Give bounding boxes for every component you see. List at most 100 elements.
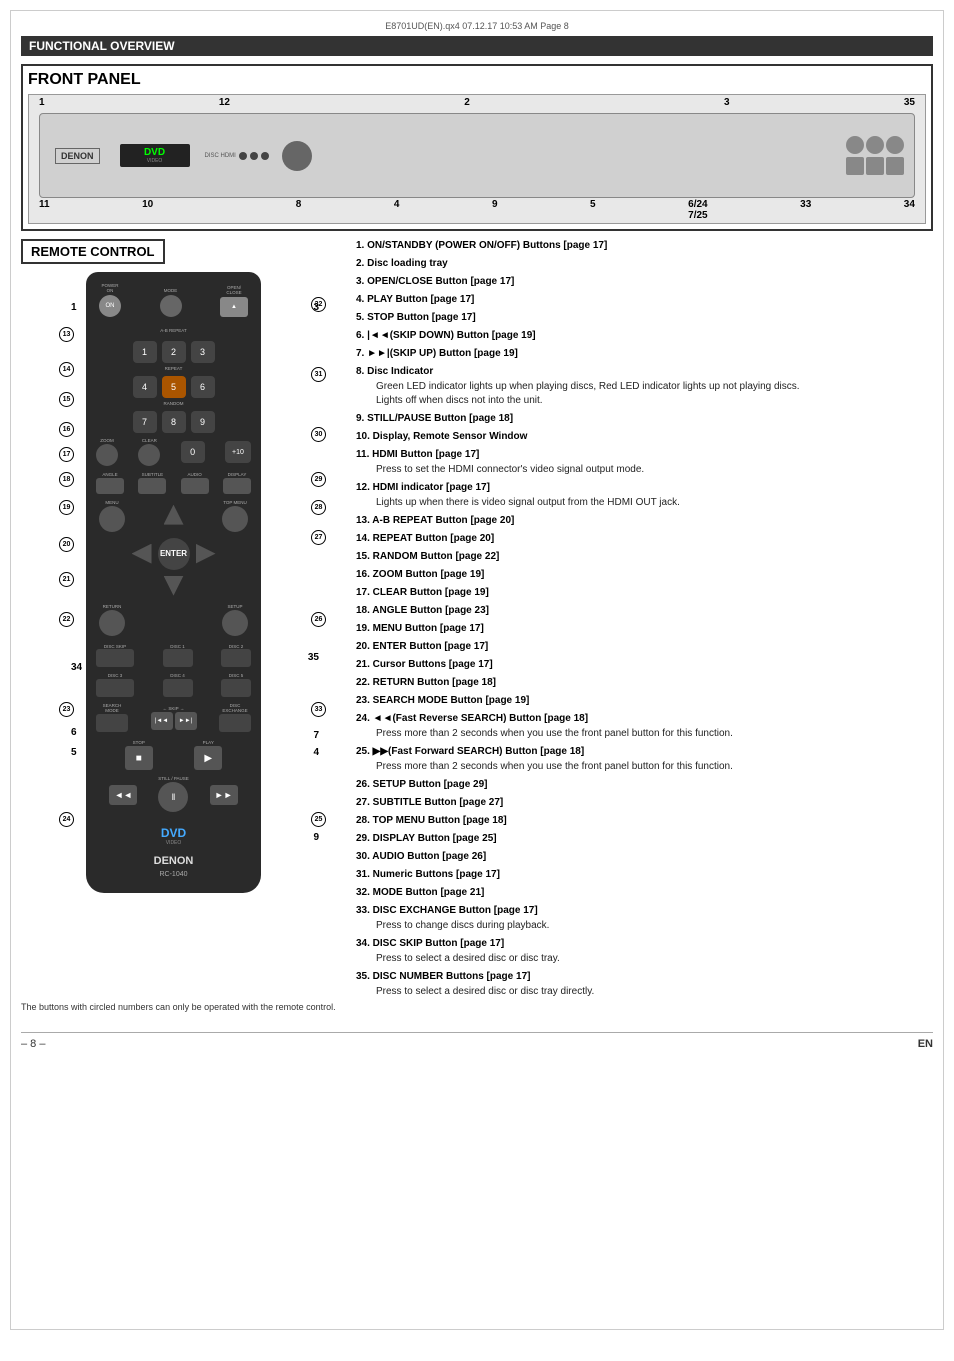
list-item: 28. TOP MENU Button [page 18] <box>351 814 933 828</box>
remote-body: POWERON ON MODE OPEN/CLOSE ▲ <box>86 272 261 893</box>
num-btn-8[interactable]: 8 <box>162 411 186 433</box>
num-btn-1[interactable]: 1 <box>133 341 157 363</box>
display-btn[interactable] <box>223 478 251 494</box>
angle-group: ANGLE <box>96 473 124 494</box>
zoom-lbl: ZOOM <box>100 439 114 444</box>
annot-25: 25 <box>311 812 326 827</box>
fp-num-3: 3 <box>724 97 730 108</box>
num-btn-9[interactable]: 9 <box>191 411 215 433</box>
play-btn[interactable]: ▶ <box>194 746 222 770</box>
angle-btn[interactable] <box>96 478 124 494</box>
subtitle-btn[interactable] <box>138 478 166 494</box>
fp-bot-6-7: 6/24 7/25 <box>688 199 707 221</box>
play-group: PLAY ▶ <box>194 741 222 770</box>
num-btn-0[interactable]: 0 <box>181 441 205 463</box>
annot-26: 26 <box>311 612 326 627</box>
disc-exchange-btn[interactable] <box>219 714 251 732</box>
open-close-btn[interactable]: ▲ <box>220 297 248 317</box>
fp-indicators: DISC HDMI <box>205 141 312 171</box>
front-panel-image: 1 12 2 3 35 DENON DVD VIDEO DISC HDMI <box>28 94 926 224</box>
mode-btn[interactable] <box>160 295 182 317</box>
return-lbl: RETURN <box>103 605 122 610</box>
num-btn-3[interactable]: 3 <box>191 341 215 363</box>
annot-19: 19 <box>59 500 74 515</box>
ff-btn[interactable]: ►► <box>210 785 238 805</box>
fp-btn-sq-a[interactable] <box>846 157 864 175</box>
annot-18: 18 <box>59 472 74 487</box>
list-item: 10. Display, Remote Sensor Window <box>351 430 933 444</box>
disc1-btn[interactable] <box>163 649 193 667</box>
annot-28: 28 <box>311 500 326 515</box>
disc3-btn[interactable] <box>96 679 134 697</box>
still-pause-btn[interactable]: ‖ <box>158 782 188 812</box>
num-btn-plus10[interactable]: +10 <box>225 441 251 463</box>
clear-btn[interactable] <box>138 444 160 466</box>
power-group: POWERON ON <box>99 284 121 317</box>
header-info: E8701UD(EN).qx4 07.12.17 10:53 AM Page 8 <box>21 21 933 31</box>
power-on-btn[interactable]: ON <box>99 295 121 317</box>
page-language: EN <box>918 1038 933 1050</box>
disc5-btn[interactable] <box>221 679 251 697</box>
list-item: 19. MENU Button [page 17] <box>351 622 933 636</box>
list-item: 17. CLEAR Button [page 19] <box>351 586 933 600</box>
list-item: 30. AUDIO Button [page 26] <box>351 850 933 864</box>
num-btn-2[interactable]: 2 <box>162 341 186 363</box>
indicator-dot-2 <box>250 152 258 160</box>
random-label: RANDOM <box>164 402 184 407</box>
left-column: REMOTE CONTROL 13 14 15 16 17 18 19 20 2… <box>21 239 341 1012</box>
repeat-label: REPEAT <box>165 367 183 372</box>
list-item: 25. ▶▶(Fast Forward SEARCH) Button [page… <box>351 745 933 774</box>
num-row-2: 4 5 6 <box>94 376 253 398</box>
top-menu-btn[interactable] <box>222 506 248 532</box>
disc-skip-group: DISC SKIP <box>96 645 134 668</box>
annot-20: 20 <box>59 537 74 552</box>
rewind-btn[interactable]: ◄◄ <box>109 785 137 805</box>
fp-btn-b[interactable] <box>866 136 884 154</box>
skip-fwd-btn[interactable]: ►►| <box>175 712 197 730</box>
skip-back-btn[interactable]: |◄◄ <box>151 712 173 730</box>
indicator-dot-1 <box>239 152 247 160</box>
stop-btn[interactable]: ■ <box>125 746 153 770</box>
disc2-btn[interactable] <box>221 649 251 667</box>
nav-up-btn[interactable] <box>164 505 184 525</box>
skip-btns: |◄◄ ►►| <box>151 712 197 730</box>
audio-btn[interactable] <box>181 478 209 494</box>
list-item: 11. HDMI Button [page 17] Press to set t… <box>351 448 933 477</box>
subtitle-group: SUBTITLE <box>138 473 166 494</box>
nav-left-btn[interactable] <box>132 544 152 564</box>
info-sub: Green LED indicator lights up when playi… <box>356 380 933 408</box>
page-number: – 8 – <box>21 1038 45 1050</box>
remote-logo-section: DVD VIDEO <box>161 826 186 846</box>
num-btn-4[interactable]: 4 <box>133 376 157 398</box>
search-mode-btn[interactable] <box>96 714 128 732</box>
nav-right-btn[interactable] <box>196 544 216 564</box>
remote-dvd-logo: DVD <box>161 826 186 840</box>
nav-down-btn[interactable] <box>164 576 184 596</box>
num-btn-6[interactable]: 6 <box>191 376 215 398</box>
num-btn-7[interactable]: 7 <box>133 411 157 433</box>
remote-dvd-sub: VIDEO <box>161 840 186 846</box>
fp-btn-sq-c[interactable] <box>886 157 904 175</box>
disc4-btn[interactable] <box>163 679 193 697</box>
fp-btn-a[interactable] <box>846 136 864 154</box>
fp-dial[interactable] <box>282 141 312 171</box>
info-sub: Press to select a desired disc or disc t… <box>356 985 933 999</box>
disc-skip-btn[interactable] <box>96 649 134 667</box>
list-item: 27. SUBTITLE Button [page 27] <box>351 796 933 810</box>
list-item: 34. DISC SKIP Button [page 17] Press to … <box>351 937 933 966</box>
plain-4: 4 <box>313 747 319 758</box>
plain-6: 6 <box>71 727 77 738</box>
zoom-btn[interactable] <box>96 444 118 466</box>
audio-lbl: AUDIO <box>188 473 202 478</box>
zoom-row: ZOOM CLEAR 0 +10 <box>94 439 253 466</box>
fp-btn-c[interactable] <box>886 136 904 154</box>
enter-btn[interactable]: ENTER <box>158 538 190 570</box>
plain-7: 7 <box>313 730 319 741</box>
fp-bot-33: 33 <box>800 199 811 221</box>
num-row-1: 1 2 3 <box>94 341 253 363</box>
return-btn[interactable] <box>99 610 125 636</box>
fp-btn-sq-b[interactable] <box>866 157 884 175</box>
num-btn-5[interactable]: 5 <box>162 376 186 398</box>
menu-btn[interactable] <box>99 506 125 532</box>
setup-btn[interactable] <box>222 610 248 636</box>
